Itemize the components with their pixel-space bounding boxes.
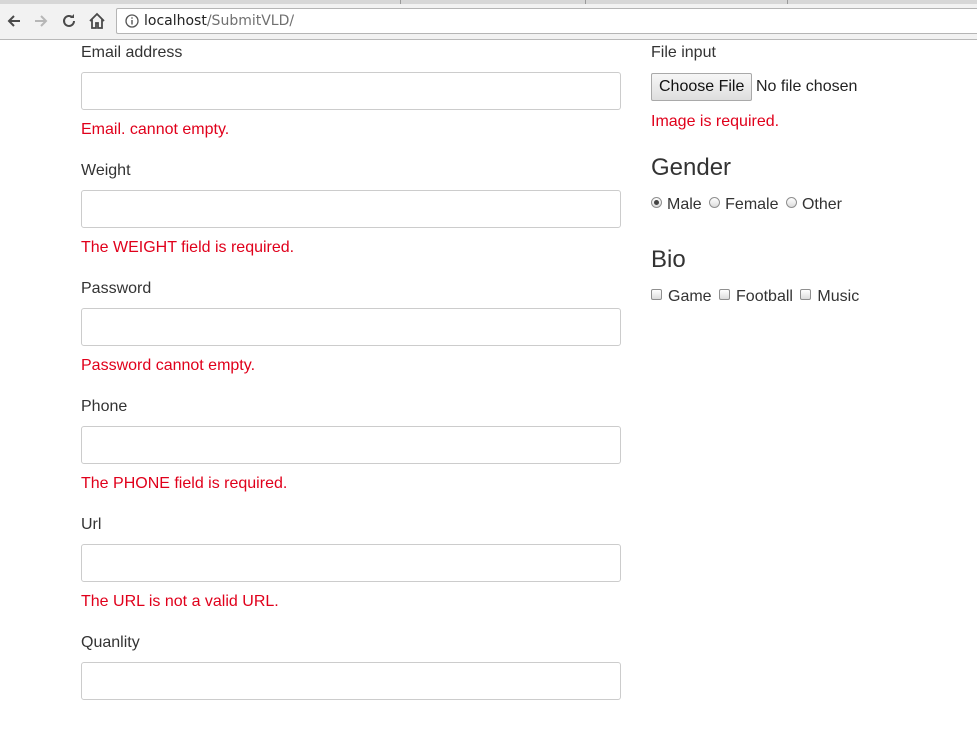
forward-arrow-icon <box>35 15 48 27</box>
quantity-group: Quanlity <box>81 630 621 748</box>
file-input-label: File input <box>651 44 716 61</box>
gender-male-label: Male <box>667 196 702 213</box>
radio-other[interactable] <box>785 197 797 208</box>
bio-option-music[interactable]: Music <box>800 287 859 307</box>
email-error: Email. cannot empty. <box>81 121 230 138</box>
info-icon[interactable] <box>125 14 139 28</box>
email-label: Email address <box>81 44 183 61</box>
gender-title: Gender <box>651 154 732 181</box>
quantity-field[interactable] <box>81 662 621 700</box>
form-left-column: Email address Email. cannot empty. Weigh… <box>81 40 621 748</box>
browser-toolbar: localhost/SubmitVLD/ <box>0 4 977 40</box>
bio-option-football[interactable]: Football <box>719 287 793 307</box>
gender-option-male[interactable]: Male <box>651 195 702 215</box>
url-text: localhost/SubmitVLD/ <box>144 9 294 33</box>
weight-error: The WEIGHT field is required. <box>81 239 295 256</box>
url-error: The URL is not a valid URL. <box>81 593 279 610</box>
bio-game-label: Game <box>668 288 712 305</box>
url-group: Url The URL is not a valid URL. <box>81 512 621 630</box>
bio-options: Game Football Music <box>651 287 862 307</box>
weight-group: Weight The WEIGHT field is required. <box>81 158 621 276</box>
bio-football-label: Football <box>736 288 793 305</box>
address-bar[interactable]: localhost/SubmitVLD/ <box>116 8 977 34</box>
home-button[interactable] <box>85 9 109 33</box>
home-icon <box>89 12 105 29</box>
gender-option-female[interactable]: Female <box>709 195 779 215</box>
checkbox-music[interactable] <box>800 289 812 300</box>
forward-button[interactable] <box>29 9 53 33</box>
radio-female[interactable] <box>709 197 721 208</box>
url-label: Url <box>81 516 102 533</box>
file-status: No file chosen <box>756 78 858 95</box>
bio-music-label: Music <box>817 288 860 305</box>
email-group: Email address Email. cannot empty. <box>81 40 621 158</box>
password-error: Password cannot empty. <box>81 357 256 374</box>
password-group: Password Password cannot empty. <box>81 276 621 394</box>
radio-male[interactable] <box>651 197 662 208</box>
password-label: Password <box>81 280 152 297</box>
back-button[interactable] <box>2 9 26 33</box>
phone-group: Phone The PHONE field is required. <box>81 394 621 512</box>
gender-other-label: Other <box>801 196 842 213</box>
phone-error: The PHONE field is required. <box>81 475 288 492</box>
bio-option-game[interactable]: Game <box>651 287 712 307</box>
reload-icon <box>63 14 75 27</box>
file-error: Image is required. <box>651 113 780 130</box>
weight-label: Weight <box>81 162 131 179</box>
url-path: /SubmitVLD/ <box>206 13 295 29</box>
url-field[interactable] <box>81 544 621 582</box>
url-host: localhost <box>144 13 207 29</box>
checkbox-game[interactable] <box>651 289 662 300</box>
gender-option-other[interactable]: Other <box>785 195 842 215</box>
back-arrow-icon <box>7 15 20 27</box>
email-field[interactable] <box>81 72 621 110</box>
choose-file-button[interactable]: Choose File <box>651 73 753 101</box>
checkbox-football[interactable] <box>719 289 731 300</box>
quantity-label: Quanlity <box>81 634 140 651</box>
bio-title: Bio <box>651 246 686 273</box>
gender-options: Male Female Other <box>651 195 845 215</box>
phone-field[interactable] <box>81 426 621 464</box>
weight-field[interactable] <box>81 190 621 228</box>
reload-button[interactable] <box>57 9 81 33</box>
password-field[interactable] <box>81 308 621 346</box>
phone-label: Phone <box>81 398 128 415</box>
gender-female-label: Female <box>725 196 779 213</box>
